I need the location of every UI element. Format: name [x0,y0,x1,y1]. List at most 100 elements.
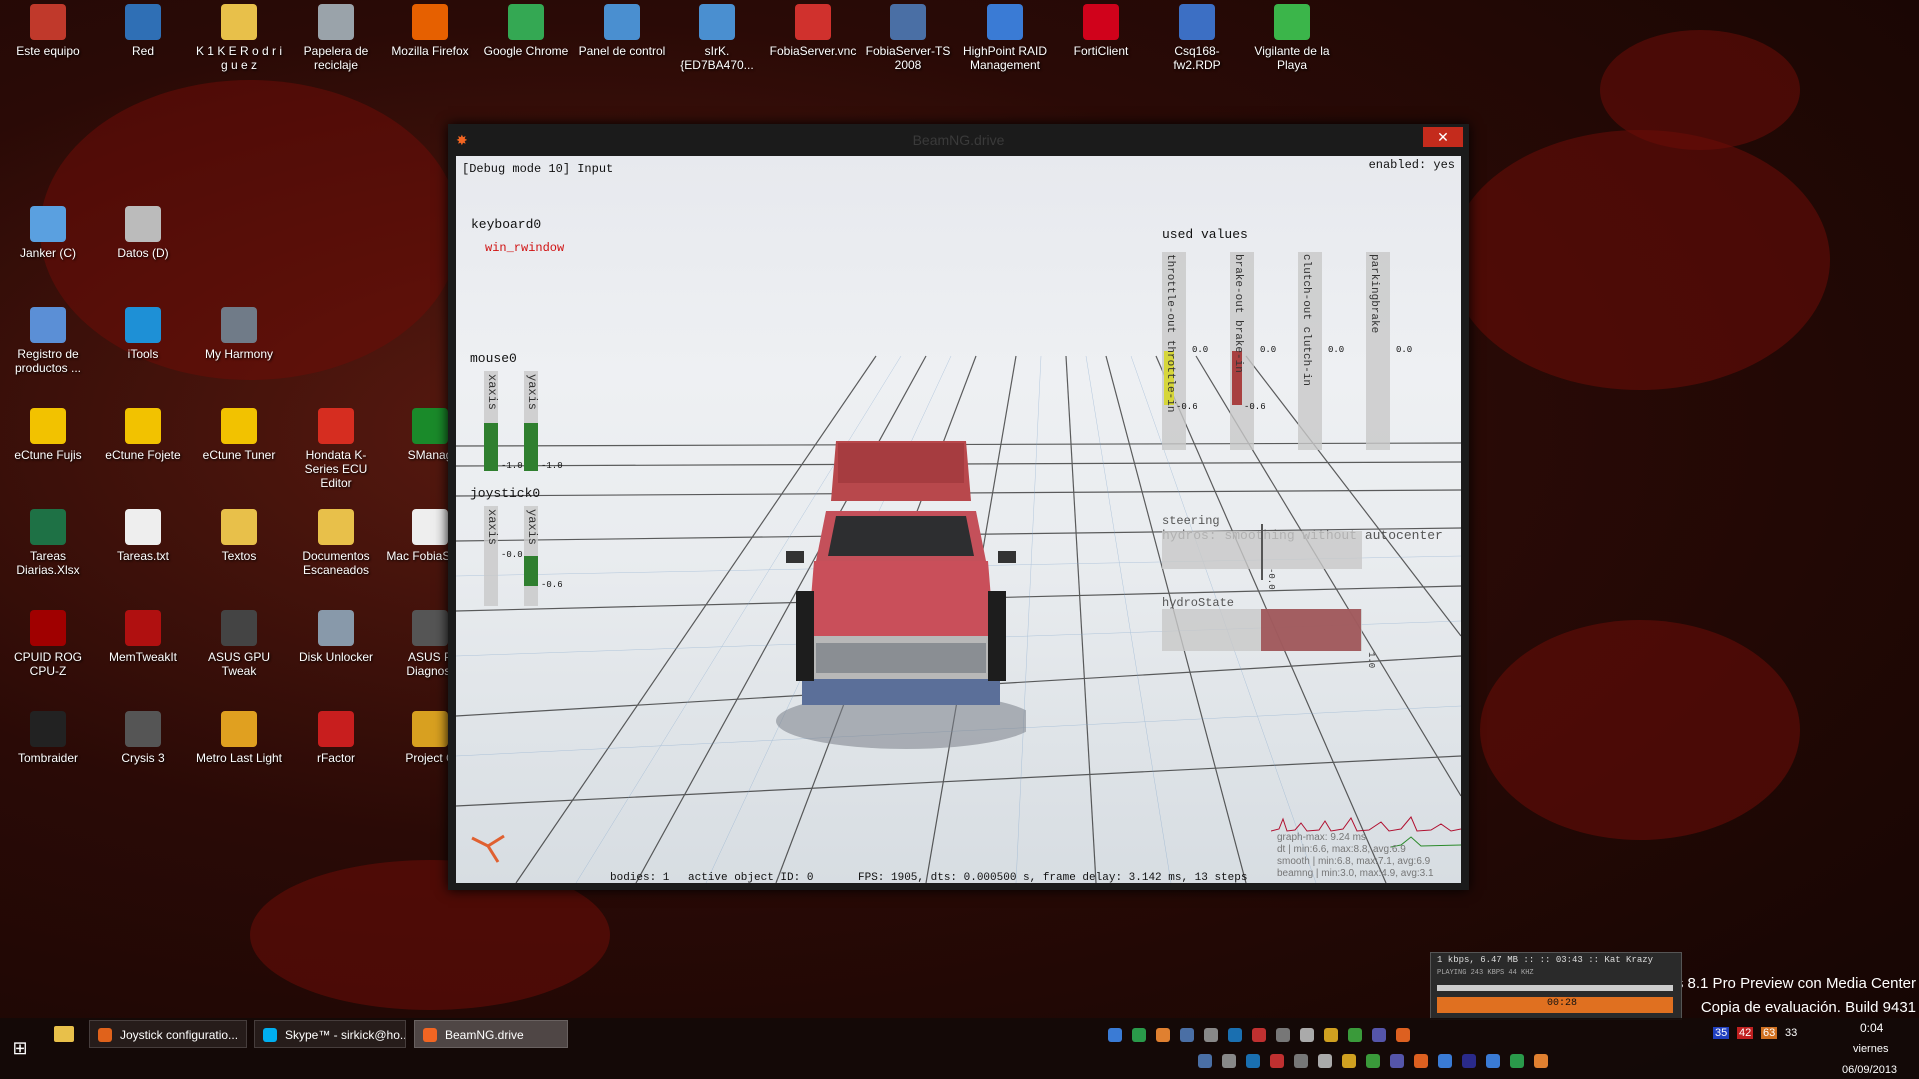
desktop-icon[interactable]: eCtune Fojete [98,408,188,462]
tray-app-icon[interactable] [1270,1054,1284,1068]
tray-number-1: 35 [1713,1027,1730,1039]
desktop-icon[interactable]: eCtune Fujis [3,408,93,462]
desktop-icon-label: K 1 K E R o d r i g u e z [195,44,283,72]
desktop-icon[interactable]: HighPoint RAID Management [960,4,1050,72]
player-seekbar[interactable] [1437,985,1673,991]
winamp-player[interactable]: 1 kbps, 6.47 MB :: :: 03:43 :: Kat Krazy… [1430,952,1682,1020]
tray-number-2: 42 [1737,1027,1754,1039]
desktop-icon[interactable]: Csq168-fw2.RDP [1152,4,1242,72]
joystick-label: joystick0 [470,486,541,501]
tray-app-icon[interactable] [1198,1054,1212,1068]
tray-app-icon[interactable] [1294,1054,1308,1068]
tray-app-icon[interactable] [1372,1028,1386,1042]
desktop-icon[interactable]: Registro de productos ... [3,307,93,375]
desktop-icon[interactable]: Metro Last Light [194,711,284,765]
system-tray [1100,1020,1820,1076]
file-explorer-icon[interactable] [54,1026,74,1042]
tray-app-icon[interactable] [1462,1054,1476,1068]
tray-app-icon[interactable] [1534,1054,1548,1068]
tray-app-icon[interactable] [1486,1054,1500,1068]
desktop-icon[interactable]: sIrK.{ED7BA470... [672,4,762,72]
start-button[interactable]: ⊞ [8,1036,32,1060]
desktop-icon[interactable]: Datos (D) [98,206,188,260]
clock-day[interactable]: viernes [1853,1043,1888,1055]
desktop-icon[interactable]: Tareas.txt [98,509,188,563]
desktop-icon[interactable]: My Harmony [194,307,284,361]
desktop-icon[interactable]: ASUS GPU Tweak [194,610,284,678]
desktop-icon[interactable]: Vigilante de la Playa [1247,4,1337,72]
desktop-icon[interactable]: rFactor [291,711,381,765]
desktop-icon[interactable]: Mozilla Firefox [385,4,475,58]
desktop-icon[interactable]: Crysis 3 [98,711,188,765]
desktop-icon[interactable]: Disk Unlocker [291,610,381,664]
desktop-icon-label: Datos (D) [117,246,169,260]
used-bar-label: brake-out brake-in [1232,254,1244,373]
tray-app-icon[interactable] [1222,1054,1236,1068]
graph-smooth: smooth | min:6.8, max:7.1, avg:6.9 [1277,856,1431,867]
desktop-icon[interactable]: CPUID ROG CPU-Z [3,610,93,678]
cpuz-icon [30,610,66,646]
desktop-icon-label: My Harmony [204,347,273,361]
desktop-icon[interactable]: eCtune Tuner [194,408,284,462]
taskbar-button[interactable]: Skype™ - sirkick@ho... [254,1020,406,1048]
beamng-window[interactable]: ✸ BeamNG.drive ✕ [Debug mode 10] Input e… [448,124,1469,890]
tray-app-icon[interactable] [1180,1028,1194,1042]
hydrostate-fill [1261,609,1361,651]
desktop-icon[interactable]: MemTweakIt [98,610,188,664]
tray-app-icon[interactable] [1132,1028,1146,1042]
desktop-icon[interactable]: Papelera de reciclaje [291,4,381,72]
desktop-icon[interactable]: FobiaServer.vnc [768,4,858,58]
used-bar-bottom-value: -0.6 [1176,402,1198,412]
clock-date[interactable]: 06/09/2013 [1842,1064,1897,1076]
desktop-icon-label: Tombraider [17,751,79,765]
tray-app-icon[interactable] [1510,1054,1524,1068]
close-button[interactable]: ✕ [1423,127,1463,147]
game-viewport[interactable]: [Debug mode 10] Input enabled: yes keybo… [456,156,1461,883]
desktop-icon[interactable]: Documentos Escaneados [291,509,381,577]
desktop-icon-label: Documentos Escaneados [302,549,370,577]
desktop-icon[interactable]: Hondata K-Series ECU Editor [291,408,381,490]
tray-app-icon[interactable] [1108,1028,1122,1042]
desktop-icon[interactable]: FortiClient [1056,4,1146,58]
tray-app-icon[interactable] [1348,1028,1362,1042]
taskbar-button[interactable]: BeamNG.drive [414,1020,568,1048]
window-titlebar[interactable]: ✸ BeamNG.drive ✕ [448,124,1469,156]
tray-app-icon[interactable] [1318,1054,1332,1068]
desktop-icon-label: Hondata K-Series ECU Editor [304,448,368,490]
desktop-icon[interactable]: Este equipo [3,4,93,58]
tray-app-icon[interactable] [1390,1054,1404,1068]
tray-app-icon[interactable] [1324,1028,1338,1042]
raid-icon [987,4,1023,40]
tray-app-icon[interactable] [1246,1054,1260,1068]
tray-app-icon[interactable] [1342,1054,1356,1068]
tray-app-icon[interactable] [1252,1028,1266,1042]
desktop-icon-label: Textos [221,549,257,563]
tray-app-icon[interactable] [1366,1054,1380,1068]
desktop-icon[interactable]: Google Chrome [481,4,571,58]
itools-icon [125,307,161,343]
tray-app-icon[interactable] [1414,1054,1428,1068]
desktop-icon[interactable]: Textos [194,509,284,563]
tray-app-icon[interactable] [1156,1028,1170,1042]
player-controls[interactable]: 00:28 [1437,997,1673,1013]
pickup-truck[interactable] [766,421,1026,751]
desktop-icon[interactable]: Panel de control [577,4,667,58]
desktop-icon[interactable]: Red [98,4,188,58]
tray-app-icon[interactable] [1204,1028,1218,1042]
tray-app-icon[interactable] [1228,1028,1242,1042]
tray-app-icon[interactable] [1396,1028,1410,1042]
desktop-icon[interactable]: FobiaServer-TS 2008 [863,4,953,72]
tray-app-icon[interactable] [1438,1054,1452,1068]
mouse-yaxis-label: yaxis [525,374,539,411]
desktop-icon[interactable]: Tombraider [3,711,93,765]
taskbar-button[interactable]: Joystick configuratio... [89,1020,247,1048]
tray-app-icon[interactable] [1276,1028,1290,1042]
clock-time[interactable]: 0:04 [1860,1021,1883,1035]
status-fps: FPS: 1905, dts: 0.000500 s, frame delay:… [858,872,1248,883]
tray-app-icon[interactable] [1300,1028,1314,1042]
desktop-icon[interactable]: iTools [98,307,188,361]
desktop-icon[interactable]: Janker (C) [3,206,93,260]
folder-icon [318,509,354,545]
desktop-icon[interactable]: K 1 K E R o d r i g u e z [194,4,284,72]
desktop-icon[interactable]: Tareas Diarias.Xlsx [3,509,93,577]
